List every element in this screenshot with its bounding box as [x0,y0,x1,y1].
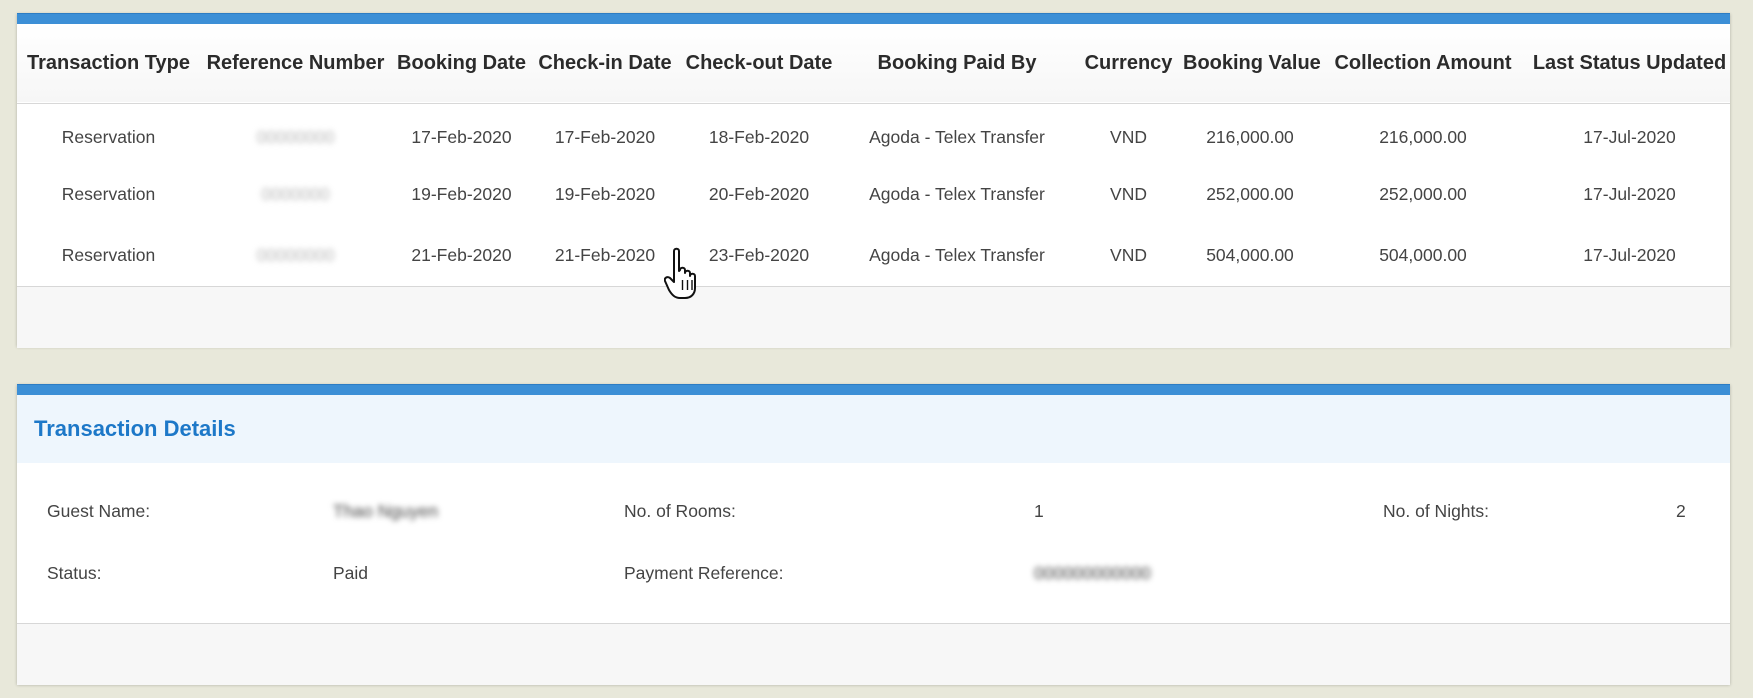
cell-reference-number: 0000000 [200,164,391,225]
payment-reference-label: Payment Reference: [624,563,784,583]
payment-reference-value: 000000000000 [1034,563,1151,583]
cell-currency: VND [1110,245,1147,265]
cell-collection-amount: 216,000.00 [1379,127,1467,148]
guest-name-label: Guest Name: [47,501,151,521]
status-value: Paid [333,563,369,583]
transactions-table: Transaction Type Reference Number Bookin… [17,24,1730,286]
column-header-booking-paid-by[interactable]: Booking Paid By [840,24,1074,103]
transactions-panel: Transaction Type Reference Number Bookin… [17,13,1730,348]
cell-transaction-type: Reservation [61,127,156,148]
cell-booking-date: 21-Feb-2020 [411,245,512,265]
reference-number-redacted: 00000000 [256,245,335,265]
cell-check-out-date: 18-Feb-2020 [708,127,810,148]
cell-booking-paid-by: Agoda - Telex Transfer [869,127,1045,148]
cell-reference-number: 00000000 [200,103,391,164]
details-header: Transaction Details [17,395,1730,463]
cell-currency: VND [1110,127,1147,148]
column-header-last-status-updated[interactable]: Last Status Updated [1529,24,1730,103]
cell-transaction-type: Reservation [61,184,156,204]
cell-last-status-updated: 17-Jul-2020 [1583,184,1676,204]
table-row[interactable]: Reservation 00000000 17-Feb-2020 17-Feb-… [17,103,1730,164]
cell-collection-amount: 252,000.00 [1379,184,1467,204]
guest-name-value: Thao Nguyen [333,501,439,521]
panel-accent-bar [17,384,1730,395]
cell-check-in-date: 19-Feb-2020 [554,184,656,204]
cell-last-status-updated: 17-Jul-2020 [1583,245,1676,265]
cell-last-status-updated: 17-Jul-2020 [1583,127,1676,148]
hand-pointer-icon [664,247,696,299]
column-header-booking-value[interactable]: Booking Value [1183,24,1321,103]
cell-check-in-date: 17-Feb-2020 [554,127,656,148]
transaction-details-panel: Transaction Details Guest Name: Thao Ngu… [17,384,1730,685]
nights-value: 2 [1676,501,1686,521]
details-body: Guest Name: Thao Nguyen No. of Rooms: 1 … [17,463,1730,623]
table-row[interactable]: Reservation 0000000 19-Feb-2020 19-Feb-2… [17,164,1730,225]
cell-transaction-type: Reservation [61,245,156,265]
table-footer [17,286,1730,348]
column-header-reference-number[interactable]: Reference Number [200,24,391,103]
column-header-check-in-date[interactable]: Check-in Date [532,24,678,103]
cell-booking-paid-by: Agoda - Telex Transfer [869,245,1045,265]
cell-booking-value: 216,000.00 [1206,127,1294,148]
panel-accent-bar [17,13,1730,24]
cell-currency: VND [1110,184,1147,204]
cell-booking-value: 252,000.00 [1206,184,1294,204]
reference-number-redacted: 00000000 [256,127,335,148]
cell-check-out-date: 20-Feb-2020 [708,184,810,204]
reference-number-redacted: 0000000 [261,184,330,204]
table-row[interactable]: Reservation 00000000 21-Feb-2020 21-Feb-… [17,225,1730,286]
cell-collection-amount: 504,000.00 [1379,245,1467,265]
details-footer [17,623,1730,685]
cell-booking-value: 504,000.00 [1206,245,1294,265]
nights-label: No. of Nights: [1383,501,1490,521]
details-title: Transaction Details [34,416,236,441]
rooms-value: 1 [1034,501,1044,521]
column-header-booking-date[interactable]: Booking Date [391,24,532,103]
cell-booking-date: 17-Feb-2020 [411,127,512,148]
column-header-transaction-type[interactable]: Transaction Type [17,24,200,103]
rooms-label: No. of Rooms: [624,501,736,521]
cell-booking-paid-by: Agoda - Telex Transfer [869,184,1045,204]
column-header-collection-amount[interactable]: Collection Amount [1317,24,1529,103]
column-header-check-out-date[interactable]: Check-out Date [678,24,840,103]
cell-check-in-date: 21-Feb-2020 [554,245,656,265]
status-label: Status: [47,563,102,583]
cell-booking-date: 19-Feb-2020 [411,184,512,204]
column-header-currency[interactable]: Currency [1074,24,1183,103]
table-header-row: Transaction Type Reference Number Bookin… [17,24,1730,103]
cell-reference-number: 00000000 [200,225,391,286]
